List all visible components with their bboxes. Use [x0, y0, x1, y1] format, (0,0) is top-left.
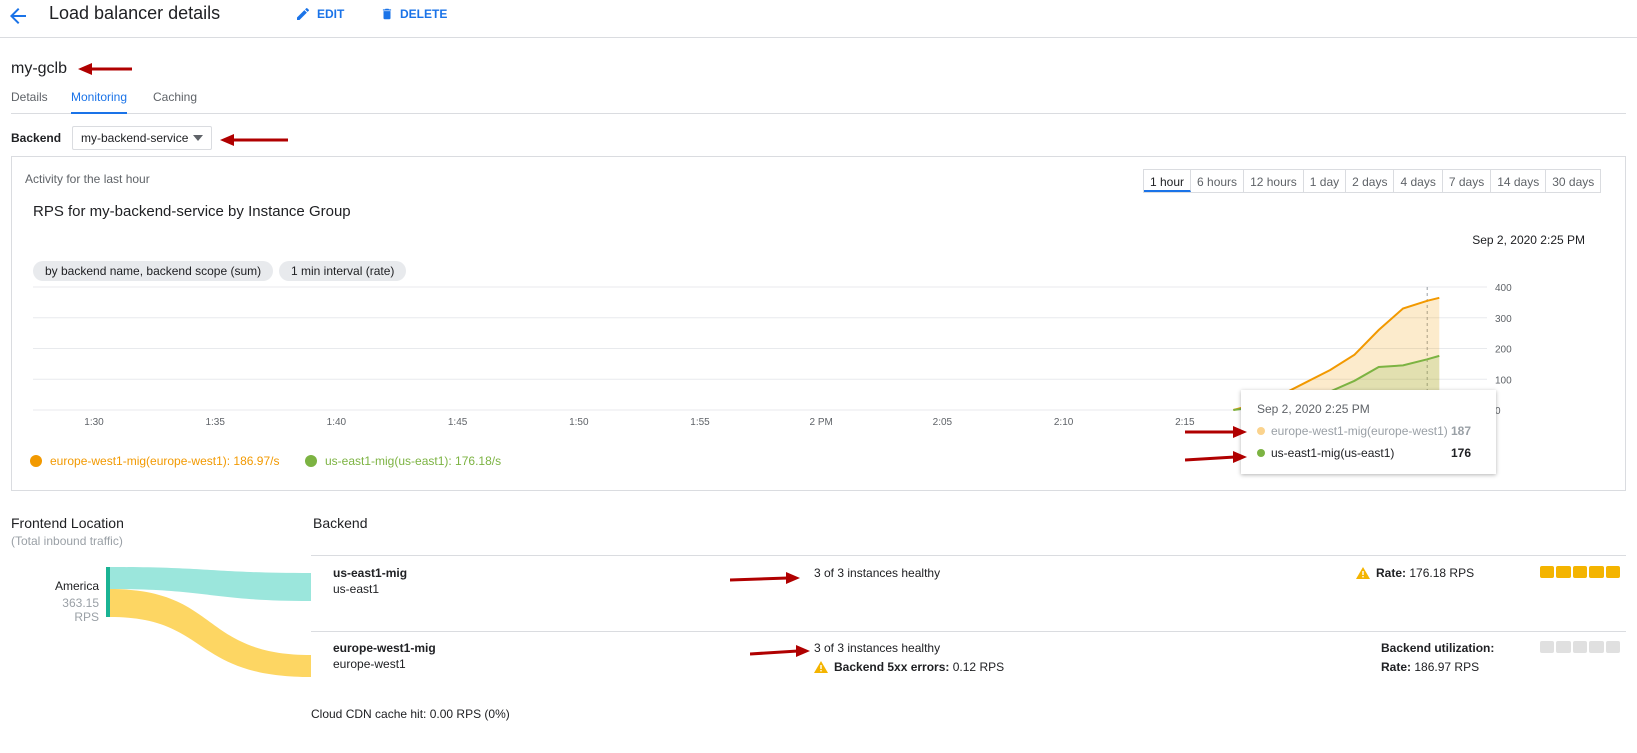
x-tick-label: 2:05 [933, 417, 953, 427]
x-tick-label: 1:35 [205, 417, 225, 427]
flow-europe [110, 589, 311, 677]
backend-rate: Rate: 186.97 RPS [1381, 660, 1479, 674]
tooltip-series-name: us-east1-mig(us-east1) [1271, 446, 1395, 460]
range-1-hour[interactable]: 1 hour [1144, 170, 1192, 192]
chart-title: RPS for my-backend-service by Instance G… [33, 203, 351, 220]
x-tick-label: 2:10 [1054, 417, 1074, 427]
tooltip-date: Sep 2, 2020 2:25 PM [1257, 402, 1370, 416]
errors-label: Backend 5xx errors: [834, 660, 950, 674]
rate-label: Rate: [1381, 660, 1412, 674]
cdn-cache-hit: Cloud CDN cache hit: 0.00 RPS (0%) [311, 707, 510, 721]
x-tick-label: 1:45 [448, 417, 468, 427]
warning-icon [1356, 567, 1370, 579]
x-tick-label: 1:40 [327, 417, 347, 427]
backend-select-label: Backend [11, 131, 62, 145]
tab-monitoring[interactable]: Monitoring [71, 90, 128, 114]
annotation-arrow-icon [1185, 426, 1247, 438]
time-range-selector: 1 hour 6 hours 12 hours 1 day 2 days 4 d… [1143, 169, 1602, 193]
y-tick-label: 400 [1495, 283, 1512, 294]
rate-value: 176.18 RPS [1409, 566, 1475, 580]
flow-source-bar [106, 567, 110, 617]
frontend-location-subtitle: (Total inbound traffic) [11, 534, 123, 548]
legend-us-east-label: us-east1-mig(us-east1): 176.18/s [325, 454, 502, 468]
dropdown-caret-icon [193, 135, 203, 141]
y-tick-label: 300 [1495, 314, 1512, 325]
tab-bar: Details Monitoring Caching [11, 90, 1626, 114]
delete-button[interactable]: DELETE [380, 6, 447, 22]
rate-label: Rate: [1376, 566, 1407, 580]
errors-value: 0.12 RPS [952, 660, 1005, 674]
rate-value: 186.97 RPS [1414, 660, 1480, 674]
tooltip-row-europe: europe-west1-mig(europe-west1) [1257, 424, 1448, 438]
legend-europe[interactable]: europe-west1-mig(europe-west1): 186.97/s [30, 454, 279, 468]
backend-select[interactable]: my-backend-service [72, 126, 212, 150]
delete-label: DELETE [400, 7, 448, 21]
page-header: Load balancer details EDIT DELETE [0, 0, 1637, 38]
page-title: Load balancer details [49, 3, 221, 23]
utilization-label: Backend utilization: [1381, 641, 1495, 655]
range-14-days[interactable]: 14 days [1491, 170, 1547, 192]
tab-caching[interactable]: Caching [153, 90, 197, 114]
backend-rate: Rate: 176.18 RPS [1356, 566, 1474, 580]
frontend-location-name: America [54, 579, 99, 593]
frontend-location-rps: 363.15 RPS [62, 596, 99, 624]
chart-tooltip: Sep 2, 2020 2:25 PM europe-west1-mig(eur… [1241, 390, 1496, 474]
row-divider [311, 631, 1626, 632]
trash-icon [382, 8, 392, 20]
warning-icon [814, 661, 828, 673]
tooltip-value: 187 [1451, 424, 1472, 438]
range-12-hours[interactable]: 12 hours [1244, 170, 1304, 192]
tooltip-dot-icon [1257, 449, 1265, 457]
pencil-icon [297, 7, 309, 20]
chart-date: Sep 2, 2020 2:25 PM [1472, 233, 1585, 247]
range-1-day[interactable]: 1 day [1304, 170, 1347, 192]
row-divider [311, 555, 1626, 556]
tooltip-series-name: europe-west1-mig(europe-west1) [1271, 424, 1448, 438]
legend-europe-label: europe-west1-mig(europe-west1): 186.97/s [50, 454, 280, 468]
tooltip-dot-icon [1257, 427, 1265, 435]
y-tick-label: 200 [1495, 345, 1512, 356]
legend-dot-icon [30, 455, 42, 467]
legend-us-east[interactable]: us-east1-mig(us-east1): 176.18/s [305, 454, 501, 468]
x-tick-label: 1:55 [690, 417, 710, 427]
tooltip-value: 176 [1451, 446, 1472, 460]
backend-region: europe-west1 [333, 657, 406, 671]
tab-details[interactable]: Details [11, 90, 48, 114]
range-7-days[interactable]: 7 days [1443, 170, 1492, 192]
range-4-days[interactable]: 4 days [1394, 170, 1443, 192]
backend-section-title: Backend [313, 515, 368, 531]
range-2-days[interactable]: 2 days [1346, 170, 1395, 192]
backend-health: 3 of 3 instances healthy [814, 641, 941, 655]
edit-label: EDIT [317, 7, 345, 21]
backend-region: us-east1 [333, 582, 380, 596]
annotation-arrow-icon [750, 645, 810, 657]
range-6-hours[interactable]: 6 hours [1191, 170, 1245, 192]
x-tick-label: 1:30 [84, 417, 104, 427]
backend-select-value: my-backend-service [81, 131, 189, 145]
utilization-bar [1540, 641, 1621, 653]
x-tick-label: 1:50 [569, 417, 589, 427]
backend-errors: Backend 5xx errors: 0.12 RPS [814, 660, 1004, 674]
range-30-days[interactable]: 30 days [1546, 170, 1600, 192]
backend-name[interactable]: europe-west1-mig [333, 641, 436, 655]
annotation-arrow-icon [1185, 451, 1247, 463]
tooltip-row-us-east: us-east1-mig(us-east1) [1257, 446, 1394, 460]
frontend-location-title: Frontend Location [11, 515, 124, 531]
backend-health: 3 of 3 instances healthy [814, 566, 941, 580]
back-arrow-icon[interactable] [6, 4, 30, 28]
utilization-bar [1540, 566, 1621, 578]
edit-button[interactable]: EDIT [295, 6, 344, 22]
annotation-arrow-icon [730, 572, 800, 584]
load-balancer-name: my-gclb [11, 60, 68, 77]
y-tick-label: 100 [1495, 375, 1512, 386]
legend-dot-icon [305, 455, 317, 467]
annotation-arrow-icon [220, 134, 288, 146]
backend-name[interactable]: us-east1-mig [333, 566, 407, 580]
x-tick-label: 2 PM [810, 417, 833, 427]
activity-label: Activity for the last hour [25, 172, 150, 186]
annotation-arrow-icon [78, 63, 132, 75]
traffic-flow-diagram [106, 567, 311, 677]
